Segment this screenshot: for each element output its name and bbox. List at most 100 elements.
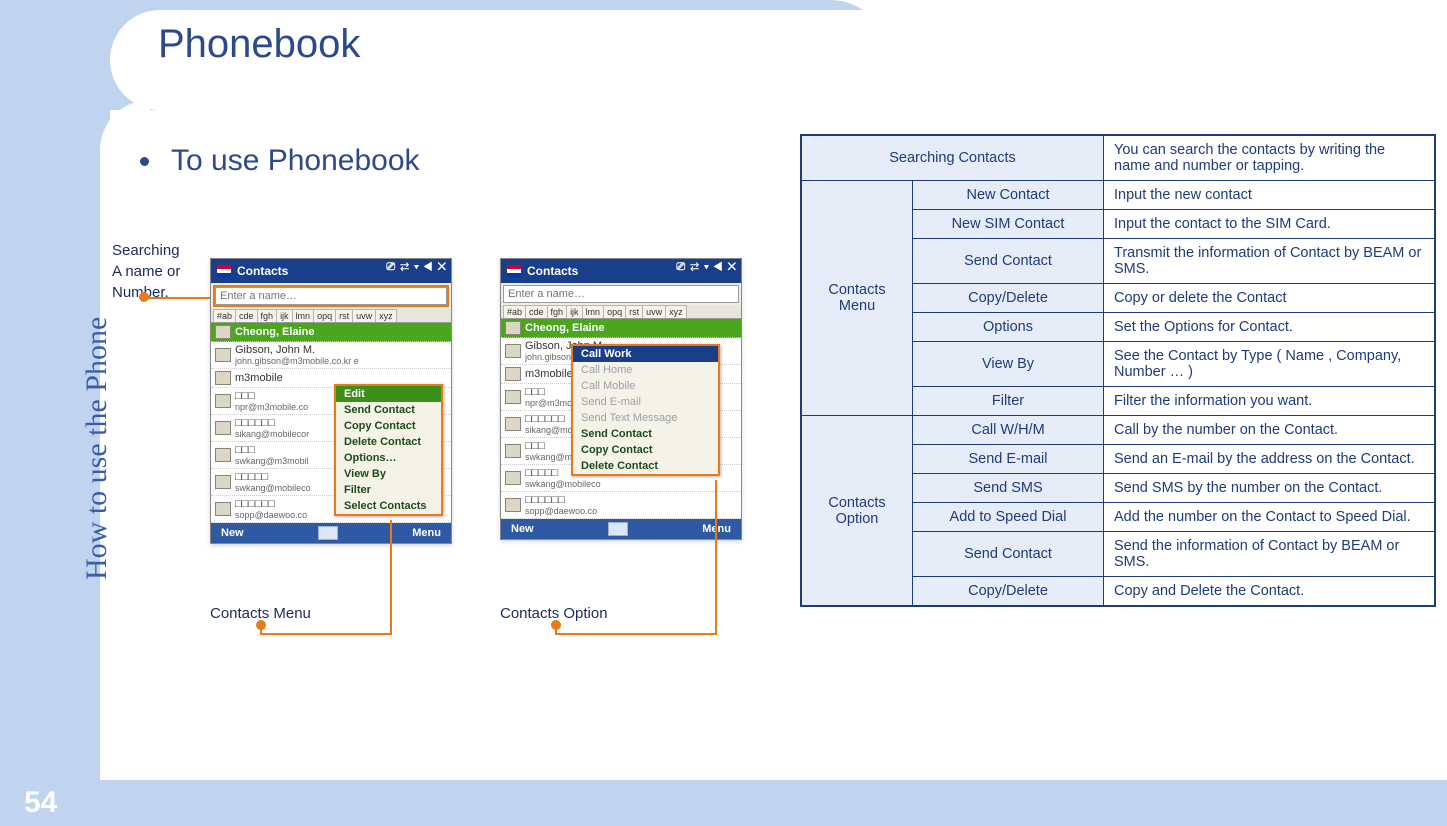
start-flag-icon (217, 265, 231, 277)
menu-item[interactable]: Options… (336, 450, 441, 466)
alpha-tab[interactable]: fgh (547, 305, 568, 318)
contact-name: □□□□□ (235, 471, 268, 483)
alpha-tabs[interactable]: #ab cde fgh ijk lmn opq rst uvw xyz (501, 305, 741, 319)
contact-row[interactable]: Gibson, John M.john.gibson@m3mobile.co.k… (211, 342, 451, 369)
contact-name: □□□ (235, 444, 255, 456)
alpha-tab[interactable]: cde (525, 305, 548, 318)
window-titlebar: Contacts ⎚ ⇄ ▾ ◀ ✕ (501, 259, 741, 283)
table-desc: Filter the information you want. (1104, 387, 1436, 416)
table-item: New SIM Contact (913, 210, 1104, 239)
table-desc: Call by the number on the Contact. (1104, 416, 1436, 445)
page-number: 54 (24, 786, 57, 820)
contact-name: m3mobile (525, 368, 573, 380)
table-item: Filter (913, 387, 1104, 416)
contact-icon (215, 502, 231, 516)
table-item: Add to Speed Dial (913, 503, 1104, 532)
table-item: Send Contact (913, 239, 1104, 284)
search-input[interactable] (215, 287, 447, 305)
bullet-icon (140, 157, 149, 166)
sub-title: To use Phonebook (171, 144, 420, 178)
contact-sub: swkang@mobileco (525, 479, 737, 489)
softkey-bar: New Menu (211, 523, 451, 543)
contact-icon (215, 448, 231, 462)
contact-name: □□□ (235, 390, 255, 402)
contact-name: □□□ (525, 386, 545, 398)
contact-icon (505, 471, 521, 485)
callout-line (260, 633, 390, 635)
sub-title-row: To use Phonebook (140, 144, 420, 178)
alpha-tab[interactable]: ijk (276, 309, 293, 322)
searching-caption-line: Searching (112, 242, 180, 259)
alpha-tab[interactable]: ijk (566, 305, 583, 318)
alpha-tab[interactable]: rst (335, 309, 353, 322)
contact-name: □□□□□ (525, 467, 558, 479)
menu-item[interactable]: Filter (336, 482, 441, 498)
menu-item[interactable]: Select Contacts (336, 498, 441, 514)
screenshot-contacts-option: Contacts ⎚ ⇄ ▾ ◀ ✕ #ab cde fgh ijk lmn o… (500, 258, 742, 540)
table-desc: Transmit the information of Contact by B… (1104, 239, 1436, 284)
contact-icon (505, 498, 521, 512)
table-item: Send E-mail (913, 445, 1104, 474)
keyboard-icon[interactable] (318, 526, 338, 540)
table-desc: Send an E-mail by the address on the Con… (1104, 445, 1436, 474)
alpha-tab[interactable]: xyz (665, 305, 687, 318)
alpha-tab[interactable]: #ab (503, 305, 526, 318)
menu-header: Edit (336, 386, 441, 402)
searching-caption-line: A name or (112, 263, 180, 280)
screenshot-contacts-menu: Contacts ⎚ ⇄ ▾ ◀ ✕ #ab cde fgh ijk lmn o… (210, 258, 452, 544)
table-item: Call W/H/M (913, 416, 1104, 445)
softkey-new[interactable]: New (221, 527, 244, 539)
alpha-tab[interactable]: opq (313, 309, 336, 322)
alpha-tab[interactable]: xyz (375, 309, 397, 322)
alpha-tab[interactable]: cde (235, 309, 258, 322)
contact-name: Cheong, Elaine (235, 326, 447, 338)
menu-item[interactable]: Send Contact (336, 402, 441, 418)
tray-icons: ⎚ ⇄ ▾ ◀ ✕ (676, 261, 737, 274)
menu-item[interactable]: Send Contact (573, 426, 718, 442)
search-input[interactable] (503, 285, 739, 303)
reference-table: Searching Contacts You can search the co… (800, 134, 1436, 607)
contact-icon (215, 348, 231, 362)
contact-name: □□□□□□ (235, 417, 275, 429)
contact-row-selected[interactable]: Cheong, Elaine (211, 323, 451, 342)
contact-name: Cheong, Elaine (525, 322, 737, 334)
contacts-option-popup[interactable]: Call Work Call Home Call Mobile Send E-m… (571, 344, 720, 476)
alpha-tab[interactable]: uvw (642, 305, 666, 318)
menu-item-disabled: Call Mobile (573, 378, 718, 394)
alpha-tab[interactable]: lmn (292, 309, 315, 322)
contact-icon (505, 367, 521, 381)
keyboard-icon[interactable] (608, 522, 628, 536)
alpha-tab[interactable]: lmn (582, 305, 605, 318)
callout-line (390, 520, 392, 635)
menu-item[interactable]: Delete Contact (573, 458, 718, 474)
alpha-tabs[interactable]: #ab cde fgh ijk lmn opq rst uvw xyz (211, 309, 451, 323)
softkey-new[interactable]: New (511, 523, 534, 535)
alpha-tab[interactable]: opq (603, 305, 626, 318)
contacts-menu-popup[interactable]: Edit Send Contact Copy Contact Delete Co… (334, 384, 443, 516)
table-desc: Copy and Delete the Contact. (1104, 577, 1436, 607)
table-group: Contacts Option (801, 416, 913, 607)
contact-icon (505, 390, 521, 404)
menu-item[interactable]: Copy Contact (573, 442, 718, 458)
menu-item-disabled: Send Text Message (573, 410, 718, 426)
tray-icons: ⎚ ⇄ ▾ ◀ ✕ (386, 261, 447, 274)
window-title: Contacts (527, 264, 578, 278)
contact-icon (215, 421, 231, 435)
searching-caption: Searching A name or Number. (112, 240, 202, 303)
menu-item[interactable]: View By (336, 466, 441, 482)
table-item: New Contact (913, 181, 1104, 210)
alpha-tab[interactable]: rst (625, 305, 643, 318)
contact-row[interactable]: □□□□□□sopp@daewoo.co (501, 492, 741, 519)
menu-item[interactable]: Copy Contact (336, 418, 441, 434)
alpha-tab[interactable]: #ab (213, 309, 236, 322)
softkey-menu[interactable]: Menu (412, 527, 441, 539)
contact-row-selected[interactable]: Cheong, Elaine (501, 319, 741, 338)
contact-name: □□□□□□ (235, 498, 275, 510)
menu-item[interactable]: Call Work (573, 346, 718, 362)
search-input-highlight (213, 285, 449, 307)
alpha-tab[interactable]: fgh (257, 309, 278, 322)
menu-item[interactable]: Delete Contact (336, 434, 441, 450)
alpha-tab[interactable]: uvw (352, 309, 376, 322)
start-flag-icon (507, 265, 521, 277)
window-title: Contacts (237, 264, 288, 278)
